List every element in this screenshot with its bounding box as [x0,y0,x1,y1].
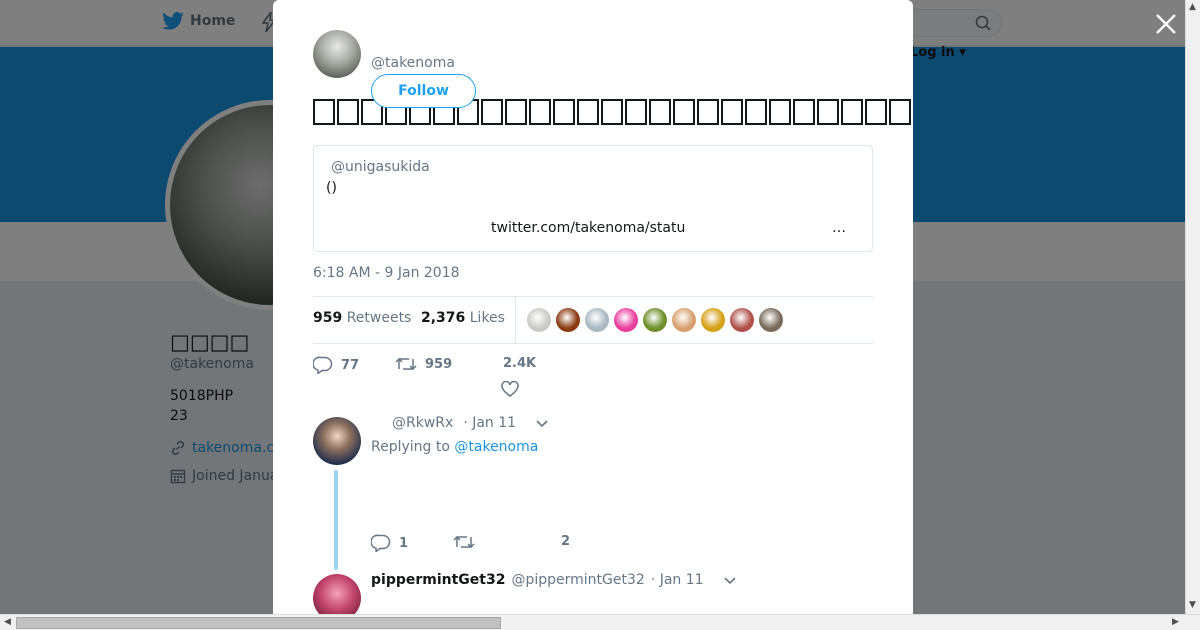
horizontal-scroll-thumb[interactable] [16,617,501,629]
quoted-tweet-card[interactable]: @unigasukida () twitter.com/takenoma/sta… [313,145,873,252]
reply-icon [371,534,391,552]
liker-avatar[interactable] [614,308,638,332]
heart-icon[interactable] [501,381,519,397]
reply-icon [313,356,333,374]
retweet-icon [395,357,417,371]
quoted-handle: @unigasukida [331,159,430,175]
reply2-handle[interactable]: @pippermintGet32 [511,572,644,588]
like-count: 2.4K [503,356,537,371]
liker-avatar[interactable] [701,308,725,332]
quoted-ellipsis: … [832,220,846,236]
reply2-name[interactable]: pippermintGet32 [371,572,505,588]
reply-like-action[interactable]: 2 [561,534,570,549]
tweet-modal: @takenoma Follow @unigasukida () twitter… [273,0,913,614]
liker-avatar[interactable] [730,308,754,332]
liker-avatar[interactable] [556,308,580,332]
like-action[interactable]: 2.4K [503,356,536,371]
retweet-icon [453,535,475,549]
retweet-count: 959 [425,356,453,372]
tweet-actions: 77 959 2.4K [313,354,873,398]
retweet-action[interactable]: 959 [395,356,452,372]
reply-reply-count: 1 [399,535,409,551]
retweets-count: 959 [313,310,343,326]
close-icon[interactable] [1154,12,1178,36]
replying-to: Replying to @takenoma [371,439,538,455]
quoted-link[interactable]: twitter.com/takenoma/statu [491,220,685,236]
scroll-left-icon[interactable]: ◀ [4,618,11,627]
chevron-down-icon[interactable] [723,575,737,585]
reply-actions: 1 2 [371,532,771,562]
liker-avatar[interactable] [759,308,783,332]
scroll-right-icon[interactable]: ▶ [1172,618,1179,627]
chevron-down-icon[interactable] [535,418,549,428]
replying-prefix: Replying to [371,439,450,455]
likes-count: 2,376 [421,310,466,326]
replying-to-link[interactable]: @takenoma [454,439,538,455]
vertical-scrollbar[interactable]: ▲ ▼ [1185,0,1200,614]
quoted-text: () [326,180,337,196]
retweets-stat[interactable]: 959 Retweets [313,310,411,326]
scroll-down-icon[interactable]: ▼ [1189,601,1196,610]
liker-avatar[interactable] [643,308,667,332]
likes-stat[interactable]: 2,376 Likes [421,310,505,326]
liker-avatar[interactable] [585,308,609,332]
retweets-label: Retweets [346,310,412,326]
author-avatar[interactable] [313,30,361,78]
reply-reply-action[interactable]: 1 [371,534,408,552]
reply-retweet-action[interactable] [453,534,475,550]
reply-action[interactable]: 77 [313,356,359,374]
reply-handle[interactable]: @RkwRx [392,415,453,431]
tweet-stats: 959 Retweets 2,376 Likes [313,296,873,344]
reply2-header: pippermintGet32 @pippermintGet32 · Jan 1… [371,572,704,588]
liker-avatar[interactable] [672,308,696,332]
reply2-date[interactable]: · Jan 11 [651,572,704,588]
tweet-timestamp[interactable]: 6:18 AM - 9 Jan 2018 [313,265,460,281]
reply2-avatar[interactable] [313,574,361,614]
reply-count: 77 [341,357,360,373]
stats-divider [515,297,516,343]
liker-avatar[interactable] [527,308,551,332]
reply-date[interactable]: · Jan 11 [463,415,516,431]
likes-label: Likes [469,310,505,326]
thread-line [334,470,338,570]
reply-header: @RkwRx · Jan 11 [392,415,516,431]
author-handle[interactable]: @takenoma [371,55,455,71]
horizontal-scrollbar[interactable]: ◀ ▶ [0,614,1200,630]
scroll-up-icon[interactable]: ▲ [1189,3,1196,12]
reply-like-count: 2 [561,534,571,549]
reply-avatar[interactable] [313,417,361,465]
follow-button[interactable]: Follow [371,74,476,108]
